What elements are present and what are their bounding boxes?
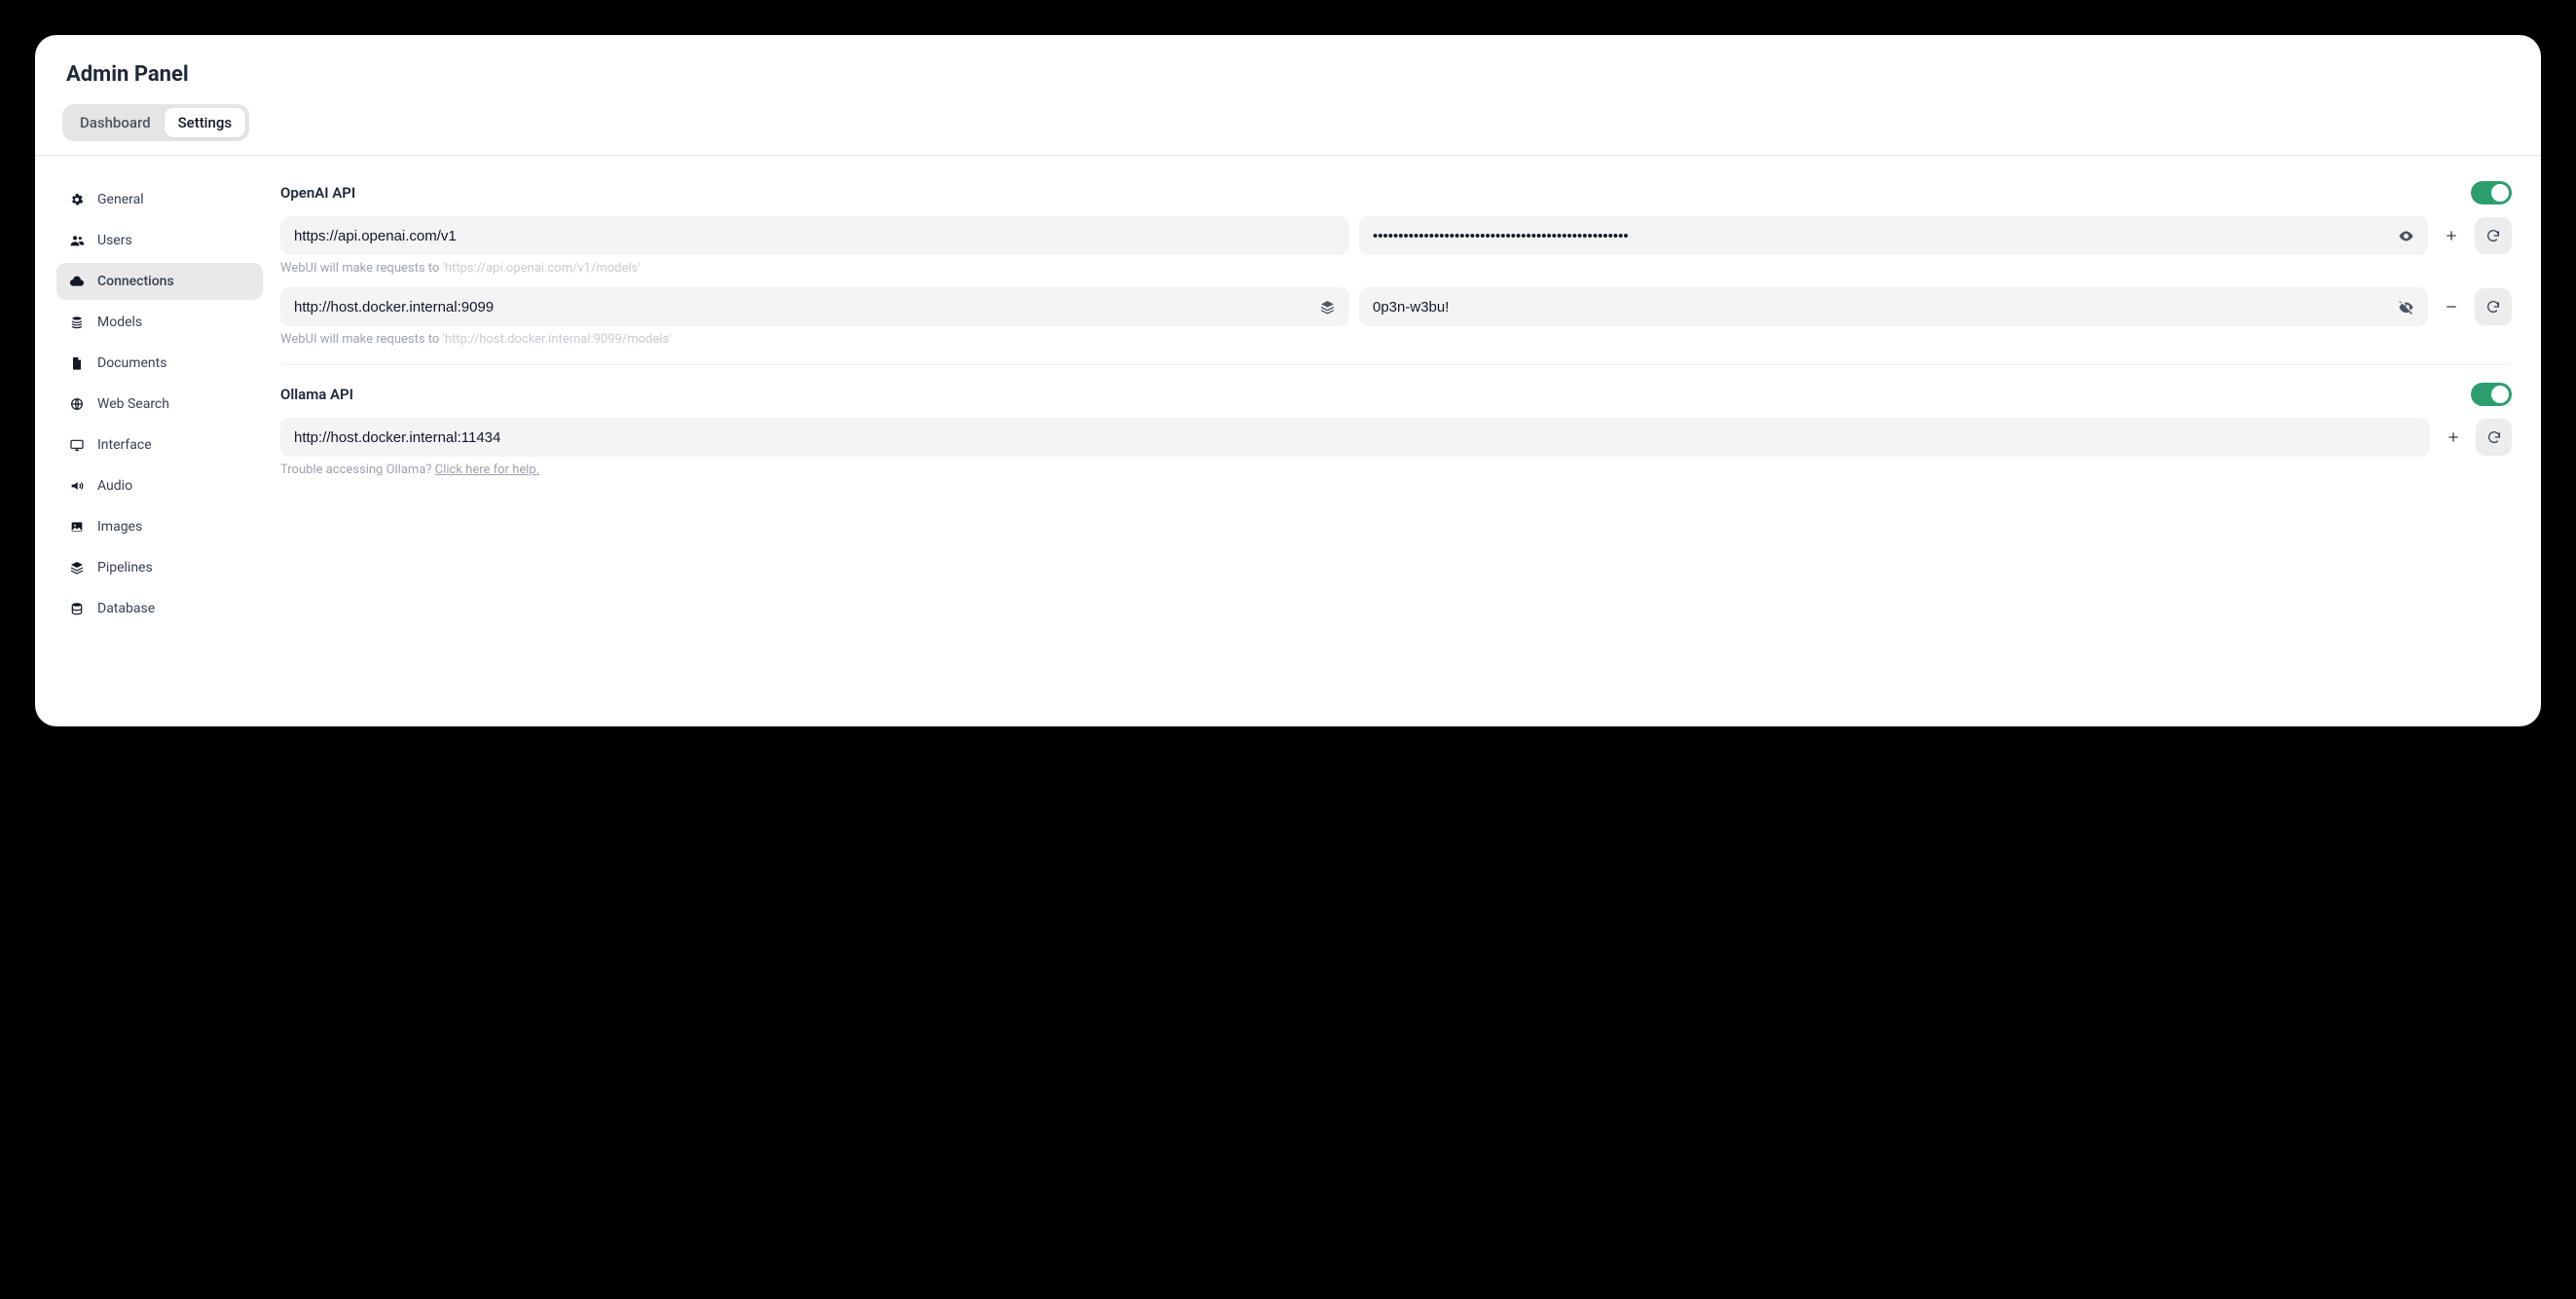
openai-hint: WebUI will make requests to 'https://api… (280, 261, 2512, 276)
sidebar-item-label: Models (97, 315, 142, 330)
page-title: Admin Panel (51, 62, 2525, 87)
sidebar-item-label: Images (97, 519, 142, 535)
sidebar-item-label: Audio (97, 478, 132, 494)
tab-dashboard[interactable]: Dashboard (66, 108, 165, 137)
sidebar-item-label: General (97, 192, 144, 207)
remove-connection-button[interactable] (2438, 293, 2465, 320)
sidebar-item-label: Database (97, 601, 155, 616)
openai-key-input-wrap[interactable] (1359, 216, 2428, 255)
section-title-ollama: Ollama API (280, 386, 353, 403)
ollama-url-input-wrap[interactable] (280, 418, 2430, 457)
sync-connection-button[interactable] (2476, 419, 2512, 456)
sidebar-item-documents[interactable]: Documents (56, 345, 263, 382)
sidebar-item-web-search[interactable]: Web Search (56, 386, 263, 423)
layers-icon[interactable] (1318, 298, 1336, 315)
sync-connection-button[interactable] (2475, 217, 2512, 254)
hint-path: 'https://api.openai.com/v1/models' (443, 261, 641, 276)
layers-icon (68, 559, 86, 576)
sidebar-item-label: Documents (97, 355, 166, 371)
openai-connection-row (280, 287, 2512, 326)
sidebar-item-audio[interactable]: Audio (56, 467, 263, 504)
globe-icon (68, 395, 86, 413)
sidebar-item-general[interactable]: General (56, 181, 263, 218)
section-ollama: Ollama API Trouble accessing Ollama? C (280, 383, 2512, 477)
sidebar-item-database[interactable]: Database (56, 590, 263, 627)
hint-prefix: WebUI will make requests to (280, 332, 443, 347)
stack-icon (68, 314, 86, 331)
database-icon (68, 600, 86, 617)
openai-connection-row (280, 216, 2512, 255)
openai-url-input[interactable] (294, 299, 1308, 315)
sidebar-item-models[interactable]: Models (56, 304, 263, 341)
sidebar-item-images[interactable]: Images (56, 508, 263, 545)
hint-prefix: WebUI will make requests to (280, 261, 443, 276)
document-icon (68, 354, 86, 372)
sidebar-item-label: Pipelines (97, 560, 153, 575)
sidebar-item-label: Web Search (97, 396, 169, 412)
tab-settings[interactable]: Settings (165, 108, 246, 137)
eye-off-icon[interactable] (2397, 298, 2414, 315)
sidebar-item-label: Interface (97, 437, 152, 453)
admin-panel-window: Admin Panel Dashboard Settings General U… (35, 35, 2541, 726)
sidebar-item-connections[interactable]: Connections (56, 263, 263, 300)
toggle-ollama[interactable] (2471, 383, 2512, 406)
help-prefix: Trouble accessing Ollama? (280, 463, 435, 477)
openai-key-input-wrap[interactable] (1359, 287, 2428, 326)
eye-icon[interactable] (2397, 227, 2414, 244)
sidebar: General Users Connections Models (56, 181, 263, 627)
sidebar-item-interface[interactable]: Interface (56, 427, 263, 464)
section-openai: OpenAI API (280, 181, 2512, 365)
sidebar-item-label: Users (97, 233, 132, 248)
openai-url-input-wrap[interactable] (280, 287, 1349, 326)
sidebar-item-pipelines[interactable]: Pipelines (56, 549, 263, 586)
cloud-icon (68, 273, 86, 290)
speaker-icon (68, 477, 86, 495)
sidebar-item-users[interactable]: Users (56, 222, 263, 259)
add-connection-button[interactable] (2440, 424, 2466, 451)
gear-icon (68, 191, 86, 208)
ollama-help-link[interactable]: Click here for help. (435, 463, 539, 477)
ollama-url-input[interactable] (294, 429, 2416, 446)
openai-hint: WebUI will make requests to 'http://host… (280, 332, 2512, 347)
image-icon (68, 518, 86, 536)
add-connection-button[interactable] (2438, 222, 2465, 249)
ollama-help: Trouble accessing Ollama? Click here for… (280, 463, 2512, 477)
users-icon (68, 232, 86, 249)
monitor-icon (68, 436, 86, 454)
sidebar-item-label: Connections (97, 274, 174, 289)
openai-url-input-wrap[interactable] (280, 216, 1349, 255)
sync-connection-button[interactable] (2475, 288, 2512, 325)
openai-key-input[interactable] (1373, 228, 2387, 244)
toggle-openai[interactable] (2471, 181, 2512, 204)
openai-url-input[interactable] (294, 228, 1336, 244)
main-content: OpenAI API (280, 181, 2525, 627)
openai-key-input[interactable] (1373, 299, 2387, 315)
hint-path: 'http://host.docker.internal:9099/models… (443, 332, 672, 347)
ollama-connection-row (280, 418, 2512, 457)
section-title-openai: OpenAI API (280, 184, 355, 202)
tab-bar: Dashboard Settings (62, 104, 249, 141)
